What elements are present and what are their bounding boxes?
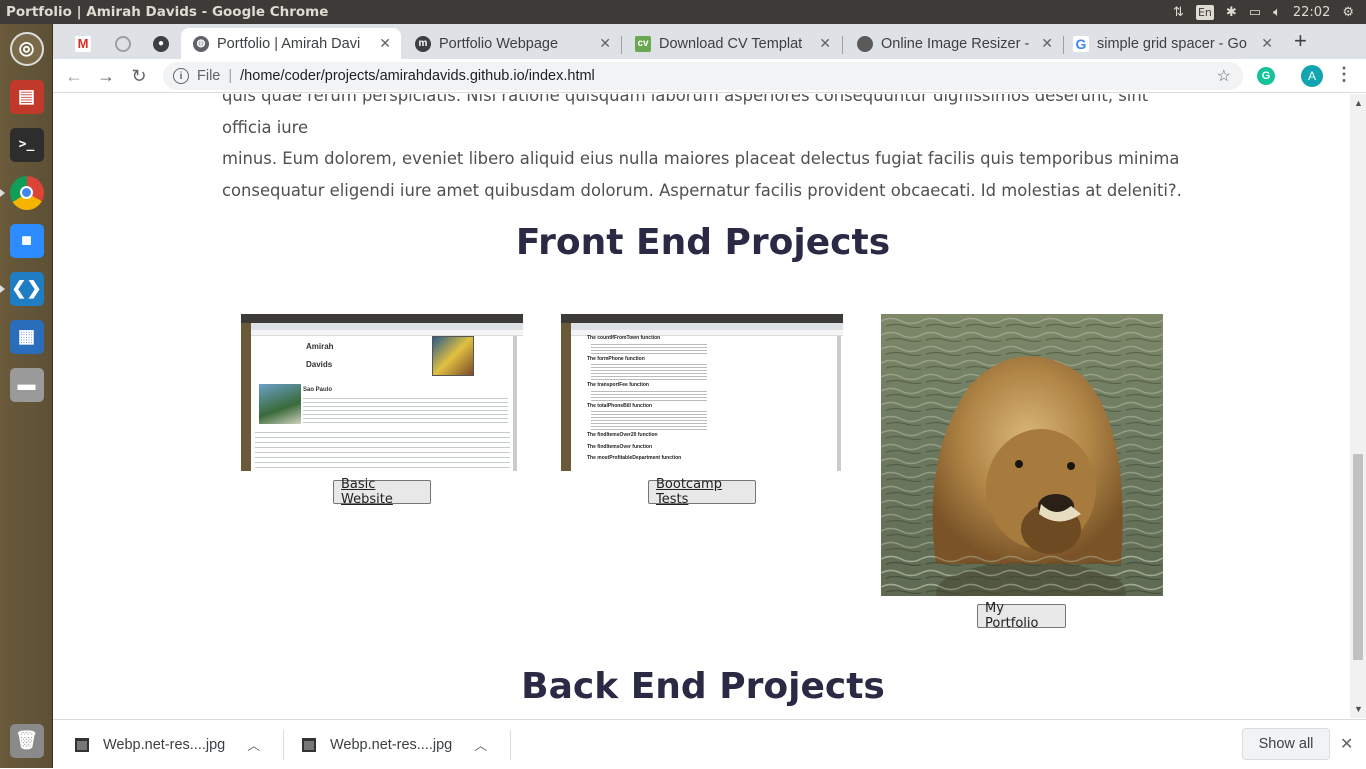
download-filename: Webp.net-res....jpg: [103, 736, 226, 753]
downloads-bar: Webp.net-res....jpg ︿ Webp.net-res....jp…: [53, 719, 1366, 768]
intro-paragraph: quis quae rerum perspiciatis. Nisi ratio…: [222, 94, 1182, 206]
page-scrollbar[interactable]: ▲ ▼: [1350, 94, 1366, 718]
tab-title: Portfolio Webpage: [439, 35, 559, 52]
tab-cv-template[interactable]: cv Download CV Templat ✕: [623, 28, 841, 59]
image-file-icon: [302, 737, 316, 752]
tab-loading[interactable]: [115, 28, 145, 59]
tab-portfolio-active[interactable]: ◍ Portfolio | Amirah Davi ✕: [181, 28, 401, 59]
address-bar[interactable]: i File | /home/coder/projects/amirahdavi…: [163, 62, 1243, 90]
unity-launcher: ◎ ▤ >_ ■ ❮❯ ▦ ▬ 🗑︎: [0, 24, 53, 768]
tab-title: Online Image Resizer -: [881, 35, 1030, 52]
close-downloads-bar-icon[interactable]: ✕: [1340, 734, 1353, 754]
tab-strip: M ● ◍ Portfolio | Amirah Davi ✕ m Portfo…: [53, 24, 1366, 59]
new-tab-button[interactable]: +: [1294, 28, 1307, 54]
back-end-projects-heading: Back End Projects: [521, 666, 885, 707]
network-icon[interactable]: ⇅: [1173, 5, 1184, 20]
battery-icon[interactable]: ▭: [1249, 5, 1261, 20]
system-tray: ⇅ En ✱ ▭ 🔈︎ 22:02 ⚙: [1173, 0, 1366, 24]
paragraph-line: minus. Eum dolorem, eveniet libero aliqu…: [222, 149, 1180, 168]
paragraph-line: quis quae rerum perspiciatis. Nisi ratio…: [222, 94, 1149, 137]
bootcamp-tests-thumbnail: The countIfFromTown function The formPho…: [561, 314, 843, 471]
chevron-up-icon[interactable]: ︿: [247, 735, 260, 754]
bluetooth-icon[interactable]: ✱: [1226, 5, 1237, 20]
dash-icon[interactable]: ◎: [6, 28, 47, 69]
google-icon: G: [1073, 35, 1089, 52]
cv-icon: cv: [635, 35, 651, 52]
tab-image-resizer[interactable]: Online Image Resizer - ✕: [845, 28, 1063, 59]
bookmark-star-icon[interactable]: ☆: [1217, 66, 1231, 86]
os-top-bar: Portfolio | Amirah Davids - Google Chrom…: [0, 0, 1366, 24]
close-tab-icon[interactable]: ✕: [1041, 35, 1053, 52]
close-tab-icon[interactable]: ✕: [599, 35, 611, 52]
reload-button[interactable]: ↻: [128, 65, 150, 87]
files-icon[interactable]: ▤: [6, 76, 47, 117]
bootcamp-tests-button[interactable]: Bootcamp Tests: [648, 477, 756, 507]
scroll-down-arrow-icon[interactable]: ▼: [1354, 704, 1363, 714]
clock[interactable]: 22:02: [1293, 5, 1330, 20]
paragraph-line: consequatur eligendi iure amet quibusdam…: [222, 180, 1182, 200]
download-item[interactable]: Webp.net-res....jpg ︿: [75, 720, 260, 769]
tab-gmail[interactable]: M: [75, 28, 105, 59]
basic-website-button[interactable]: Basic Website: [333, 477, 431, 507]
basic-website-thumbnail: Amirah Davids Sao Paulo: [241, 314, 523, 471]
github-icon: ●: [153, 35, 169, 52]
trash-icon[interactable]: 🗑︎: [6, 720, 47, 761]
gmail-icon: M: [75, 35, 91, 52]
globe-icon: ◍: [193, 35, 209, 52]
my-portfolio-thumbnail-bear-photo: [881, 314, 1163, 596]
back-button[interactable]: ←: [63, 65, 85, 87]
scrollbar-thumb[interactable]: [1353, 454, 1363, 660]
close-tab-icon[interactable]: ✕: [819, 35, 831, 52]
tab-github[interactable]: ●: [153, 28, 183, 59]
forward-button[interactable]: →: [95, 65, 117, 87]
url-text[interactable]: /home/coder/projects/amirahdavids.github…: [240, 68, 595, 84]
chrome-icon[interactable]: [0, 172, 47, 213]
grammarly-extension-icon[interactable]: G: [1257, 67, 1275, 85]
chevron-up-icon[interactable]: ︿: [474, 735, 487, 754]
image-file-icon: [75, 737, 89, 752]
loading-icon: [115, 35, 131, 52]
drive-icon[interactable]: ▬: [6, 364, 47, 405]
volume-icon[interactable]: 🔈︎: [1273, 5, 1281, 20]
keyboard-language-indicator[interactable]: En: [1195, 4, 1214, 20]
zoom-icon[interactable]: ■: [6, 220, 47, 261]
tab-google-search[interactable]: G simple grid spacer - Go ✕: [1065, 28, 1283, 59]
show-all-downloads-button[interactable]: Show all: [1242, 728, 1330, 760]
download-filename: Webp.net-res....jpg: [330, 736, 453, 753]
my-portfolio-button[interactable]: My Portfolio: [977, 601, 1066, 631]
close-tab-icon[interactable]: ✕: [379, 35, 391, 52]
window-title: Portfolio | Amirah Davids - Google Chrom…: [6, 4, 329, 20]
browser-toolbar: ← → ↻ i File | /home/coder/projects/amir…: [53, 59, 1366, 93]
info-icon[interactable]: i: [173, 68, 189, 84]
front-end-projects-heading: Front End Projects: [515, 222, 891, 263]
page-viewport: quis quae rerum perspiciatis. Nisi ratio…: [53, 94, 1350, 718]
settings-gear-icon[interactable]: ⚙: [1342, 5, 1354, 20]
chrome-menu-icon[interactable]: ⋮: [1335, 64, 1353, 85]
vscode-icon[interactable]: ❮❯: [0, 268, 47, 309]
tab-title: simple grid spacer - Go: [1097, 35, 1247, 52]
file-scheme-label: File: [197, 68, 221, 84]
tab-portfolio-webpage[interactable]: m Portfolio Webpage ✕: [403, 28, 621, 59]
resizer-icon: [857, 35, 873, 52]
bear-photo-illustration: [881, 314, 1163, 596]
profile-avatar[interactable]: A: [1301, 65, 1323, 87]
tab-title: Download CV Templat: [659, 35, 803, 52]
tab-title: Portfolio | Amirah Davi: [217, 35, 361, 52]
terminal-icon[interactable]: >_: [6, 124, 47, 165]
moodle-icon: m: [415, 35, 431, 52]
download-item[interactable]: Webp.net-res....jpg ︿: [302, 720, 487, 769]
close-tab-icon[interactable]: ✕: [1261, 35, 1273, 52]
writer-icon[interactable]: ▦: [6, 316, 47, 357]
scroll-up-arrow-icon[interactable]: ▲: [1354, 98, 1363, 108]
